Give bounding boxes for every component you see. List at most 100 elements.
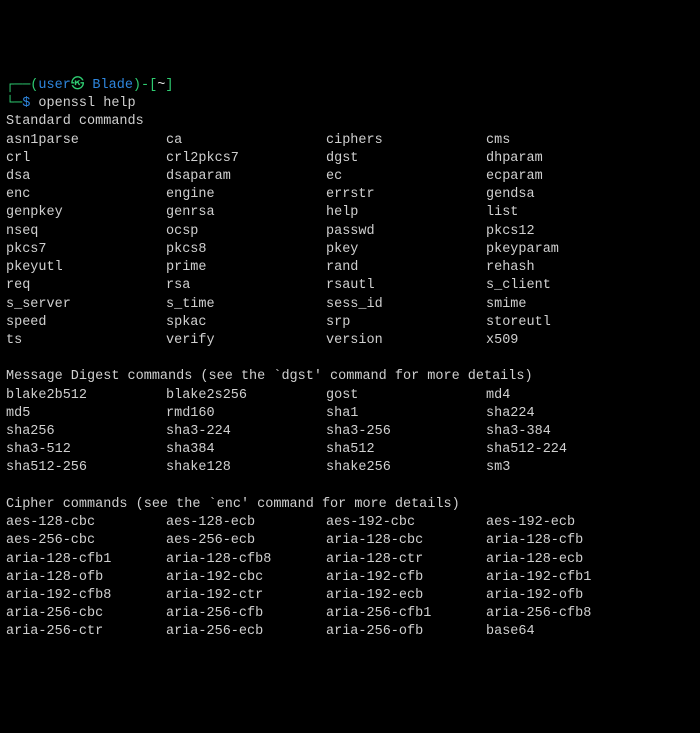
output-cell: ec [326, 168, 486, 186]
prompt-user: user [38, 78, 70, 93]
section-header: Message Digest commands (see the `dgst' … [6, 368, 694, 386]
output-cell: sha3-384 [486, 423, 694, 441]
output-row: pkeyutlprimerandrehash [6, 259, 694, 277]
output-cell: sha3-512 [6, 441, 166, 459]
output-cell: sha512 [326, 441, 486, 459]
output-row: encengineerrstrgendsa [6, 186, 694, 204]
output-cell: storeutl [486, 314, 694, 332]
output-cell: sha512-224 [486, 441, 694, 459]
output-row: sha512-256shake128shake256sm3 [6, 459, 694, 477]
output-cell: aria-256-cfb1 [326, 605, 486, 623]
output-cell: aria-256-cfb8 [486, 605, 694, 623]
output-cell: aes-192-cbc [326, 514, 486, 532]
output-cell: s_time [166, 296, 326, 314]
output-cell: sm3 [486, 459, 694, 477]
output-row: md5rmd160sha1sha224 [6, 405, 694, 423]
output-row: aria-256-ctraria-256-ecbaria-256-ofbbase… [6, 623, 694, 641]
output-cell: smime [486, 296, 694, 314]
output-row: nseqocsppasswdpkcs12 [6, 223, 694, 241]
output-cell: pkcs12 [486, 223, 694, 241]
output-cell: aria-192-cfb [326, 569, 486, 587]
output-row: aria-192-cfb8aria-192-ctraria-192-ecbari… [6, 587, 694, 605]
output-cell: rand [326, 259, 486, 277]
output-row: aria-128-cfb1aria-128-cfb8aria-128-ctrar… [6, 551, 694, 569]
output-cell: ca [166, 132, 326, 150]
output-cell: aria-128-cfb8 [166, 551, 326, 569]
output-cell: help [326, 204, 486, 222]
output-cell: sha384 [166, 441, 326, 459]
output-cell: aria-128-ofb [6, 569, 166, 587]
output-cell: aria-256-ctr [6, 623, 166, 641]
output-cell: list [486, 204, 694, 222]
output-cell: aria-192-cfb1 [486, 569, 694, 587]
command-input[interactable]: openssl help [38, 96, 135, 111]
output-cell: aria-192-ofb [486, 587, 694, 605]
output-cell: genpkey [6, 204, 166, 222]
prompt-bracket-mid: )-[ [133, 78, 157, 93]
output-row: speedspkacsrpstoreutl [6, 314, 694, 332]
output-cell: s_client [486, 277, 694, 295]
output-cell: engine [166, 186, 326, 204]
output-cell: rsautl [326, 277, 486, 295]
output-cell: crl [6, 150, 166, 168]
prompt-line-corner: └─ [6, 96, 22, 111]
section-header: Cipher commands (see the `enc' command f… [6, 496, 694, 514]
prompt-at: ㉿ [71, 78, 85, 93]
output-cell: pkeyparam [486, 241, 694, 259]
output-cell: sha512-256 [6, 459, 166, 477]
output-cell: dsa [6, 168, 166, 186]
section-header: Standard commands [6, 113, 694, 131]
output-cell: rsa [166, 277, 326, 295]
output-cell: blake2s256 [166, 387, 326, 405]
output-row: pkcs7pkcs8pkeypkeyparam [6, 241, 694, 259]
blank-line [6, 478, 694, 496]
output-cell: enc [6, 186, 166, 204]
output-cell: gendsa [486, 186, 694, 204]
output-cell: srp [326, 314, 486, 332]
output-cell: aes-192-ecb [486, 514, 694, 532]
output-cell: aria-256-ofb [326, 623, 486, 641]
output-row: s_servers_timesess_idsmime [6, 296, 694, 314]
output-row: blake2b512blake2s256gostmd4 [6, 387, 694, 405]
output-cell: x509 [486, 332, 694, 350]
output-row: aria-128-ofbaria-192-cbcaria-192-cfbaria… [6, 569, 694, 587]
output-cell: prime [166, 259, 326, 277]
output-cell: req [6, 277, 166, 295]
output-cell: ciphers [326, 132, 486, 150]
output-cell: blake2b512 [6, 387, 166, 405]
output-cell: aria-256-cfb [166, 605, 326, 623]
terminal[interactable]: ┌──(user㉿ Blade)-[~] └─$ openssl help St… [6, 77, 694, 642]
output-cell: md5 [6, 405, 166, 423]
output-cell: gost [326, 387, 486, 405]
output-cell: dsaparam [166, 168, 326, 186]
blank-line [6, 350, 694, 368]
output-row: sha3-512sha384sha512sha512-224 [6, 441, 694, 459]
output-cell: sha1 [326, 405, 486, 423]
output-cell: aes-128-cbc [6, 514, 166, 532]
output-cell: cms [486, 132, 694, 150]
output-cell: aria-128-ctr [326, 551, 486, 569]
output-cell: sha224 [486, 405, 694, 423]
output-cell: pkcs8 [166, 241, 326, 259]
output-cell: sha256 [6, 423, 166, 441]
output-cell: dhparam [486, 150, 694, 168]
output-cell: sha3-256 [326, 423, 486, 441]
output-cell: aria-256-ecb [166, 623, 326, 641]
output-row: dsadsaparamececparam [6, 168, 694, 186]
output-cell: nseq [6, 223, 166, 241]
output-cell: genrsa [166, 204, 326, 222]
output-row: tsverifyversionx509 [6, 332, 694, 350]
output-cell: rmd160 [166, 405, 326, 423]
output-cell: ts [6, 332, 166, 350]
output-cell: passwd [326, 223, 486, 241]
output-cell: aria-192-cbc [166, 569, 326, 587]
output-cell: aes-128-ecb [166, 514, 326, 532]
output-row: crlcrl2pkcs7dgstdhparam [6, 150, 694, 168]
output-cell: shake256 [326, 459, 486, 477]
output-cell: rehash [486, 259, 694, 277]
output-cell: verify [166, 332, 326, 350]
output-cell: aria-192-ctr [166, 587, 326, 605]
output-cell: pkeyutl [6, 259, 166, 277]
output-cell: dgst [326, 150, 486, 168]
output-cell: aria-128-ecb [486, 551, 694, 569]
